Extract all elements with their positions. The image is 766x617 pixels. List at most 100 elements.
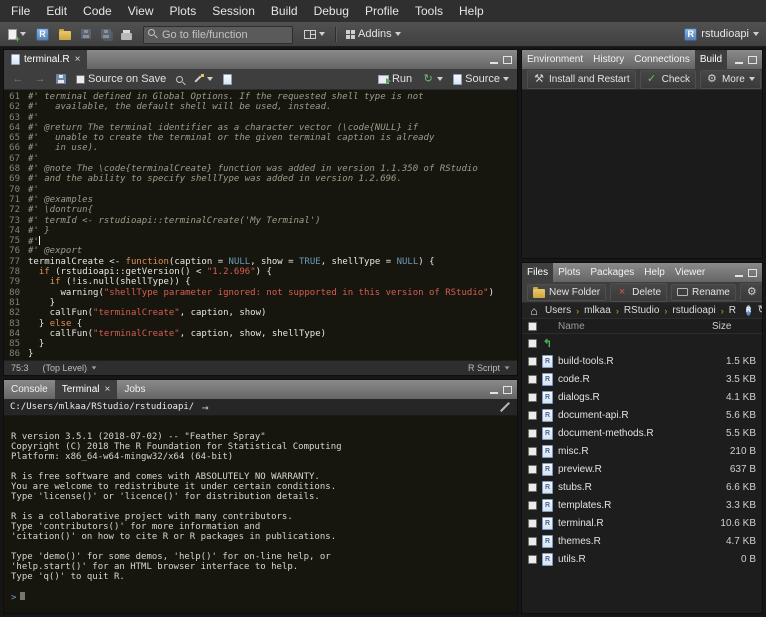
menu-edit[interactable]: Edit (38, 1, 75, 21)
file-row[interactable]: Rdocument-api.R5.6 KB (522, 406, 762, 424)
breadcrumb-r[interactable]: R (729, 305, 736, 316)
save-file-button[interactable] (53, 72, 69, 86)
files-tab-files[interactable]: Files (522, 263, 553, 282)
file-row[interactable]: Rmisc.R210 B (522, 442, 762, 460)
menu-build[interactable]: Build (263, 1, 306, 21)
rerun-button[interactable]: ↻ (419, 71, 446, 88)
build-more-button[interactable]: ⚙ More (700, 70, 761, 89)
file-checkbox[interactable] (528, 555, 537, 564)
menu-debug[interactable]: Debug (306, 1, 357, 21)
project-menu-button[interactable]: R rstudioapi (684, 28, 761, 41)
file-row[interactable]: Rpreview.R637 B (522, 460, 762, 478)
select-all-checkbox[interactable] (528, 322, 537, 331)
breadcrumb-mlkaa[interactable]: mlkaa (584, 305, 611, 316)
file-row[interactable]: Rdocument-methods.R5.5 KB (522, 424, 762, 442)
file-type-selector[interactable]: R Script (468, 363, 510, 373)
file-checkbox[interactable] (528, 465, 537, 474)
file-name[interactable]: templates.R (558, 500, 707, 511)
breadcrumb-users[interactable]: Users (545, 305, 571, 316)
files-tab-packages[interactable]: Packages (585, 263, 639, 282)
environment-tab-build[interactable]: Build (695, 50, 727, 69)
file-checkbox[interactable] (528, 519, 537, 528)
compile-report-button[interactable] (220, 72, 235, 87)
menu-session[interactable]: Session (204, 1, 263, 21)
file-checkbox[interactable] (528, 483, 537, 492)
new-folder-button[interactable]: New Folder (527, 284, 606, 301)
code-editor[interactable]: 61#' terminal defined in Global Options.… (4, 90, 517, 360)
goto-directory-icon[interactable]: → (199, 401, 211, 414)
minimize-pane-icon[interactable] (490, 62, 498, 64)
r-project-icon[interactable]: R (746, 305, 751, 316)
minimize-pane-icon[interactable] (735, 275, 743, 277)
file-row[interactable]: Rterminal.R10.6 KB (522, 514, 762, 532)
environment-tab-environment[interactable]: Environment (522, 50, 588, 69)
files-tab-viewer[interactable]: Viewer (670, 263, 710, 282)
run-button[interactable]: Run (375, 71, 415, 87)
file-checkbox[interactable] (528, 357, 537, 366)
new-file-button[interactable] (5, 27, 29, 42)
install-restart-button[interactable]: ⚒ Install and Restart (527, 70, 636, 89)
file-checkbox[interactable] (528, 447, 537, 456)
minimize-pane-icon[interactable] (735, 62, 743, 64)
file-row-parent-directory[interactable]: ↰ (522, 334, 762, 352)
pane-layout-button[interactable] (301, 28, 328, 41)
menu-code[interactable]: Code (75, 1, 120, 21)
file-checkbox[interactable] (528, 429, 537, 438)
save-button[interactable] (78, 27, 94, 41)
delete-button[interactable]: × Delete (610, 283, 667, 302)
file-row[interactable]: Rdialogs.R4.1 KB (522, 388, 762, 406)
check-button[interactable]: ✓ Check (640, 70, 696, 89)
file-name[interactable]: code.R (558, 374, 707, 385)
file-row[interactable]: Rutils.R0 B (522, 550, 762, 568)
maximize-pane-icon[interactable] (503, 56, 512, 64)
column-size[interactable]: Size (712, 321, 756, 332)
breadcrumb-rstudio[interactable]: RStudio (624, 305, 660, 316)
console-prompt[interactable]: > (11, 592, 510, 602)
clear-console-icon[interactable] (500, 402, 510, 412)
file-checkbox[interactable] (528, 411, 537, 420)
console-tab-terminal[interactable]: Terminal× (55, 380, 118, 399)
tab-terminal-r[interactable]: terminal.R × (4, 50, 87, 69)
files-tab-plots[interactable]: Plots (553, 263, 585, 282)
save-all-button[interactable] (98, 27, 114, 41)
menu-tools[interactable]: Tools (407, 1, 451, 21)
file-row[interactable]: Rcode.R3.5 KB (522, 370, 762, 388)
new-project-button[interactable]: R (33, 26, 52, 43)
code-tools-button[interactable] (190, 72, 216, 86)
menu-view[interactable]: View (120, 1, 162, 21)
file-name[interactable]: stubs.R (558, 482, 707, 493)
file-name[interactable]: document-api.R (558, 410, 707, 421)
minimize-pane-icon[interactable] (490, 392, 498, 394)
file-name[interactable]: preview.R (558, 464, 707, 475)
source-button[interactable]: Source (450, 71, 512, 87)
goto-file-input[interactable] (143, 26, 293, 44)
menu-help[interactable]: Help (451, 1, 492, 21)
breadcrumb-rstudioapi[interactable]: rstudioapi (672, 305, 715, 316)
rename-button[interactable]: Rename (671, 284, 736, 301)
files-more-button[interactable]: ⚙ More (740, 283, 763, 302)
close-tab-icon[interactable]: × (75, 54, 81, 65)
file-checkbox[interactable] (528, 339, 537, 348)
menu-profile[interactable]: Profile (357, 1, 407, 21)
file-row[interactable]: Rtemplates.R3.3 KB (522, 496, 762, 514)
file-checkbox[interactable] (528, 537, 537, 546)
file-name[interactable]: build-tools.R (558, 356, 707, 367)
home-icon[interactable]: ⌂ (528, 304, 540, 317)
maximize-pane-icon[interactable] (748, 269, 757, 277)
file-row[interactable]: Rstubs.R6.6 KB (522, 478, 762, 496)
source-on-save-checkbox[interactable]: Source on Save (73, 71, 169, 87)
refresh-icon[interactable]: ↻ (756, 304, 763, 317)
menu-plots[interactable]: Plots (162, 1, 205, 21)
console-tab-jobs[interactable]: Jobs (117, 380, 152, 399)
open-file-button[interactable] (56, 27, 74, 42)
file-name[interactable]: terminal.R (558, 518, 707, 529)
forward-button[interactable]: → (31, 71, 49, 88)
files-tab-help[interactable]: Help (639, 263, 670, 282)
environment-tab-history[interactable]: History (588, 50, 629, 69)
find-replace-button[interactable] (173, 74, 186, 85)
scope-selector[interactable]: (Top Level) (43, 363, 98, 373)
file-row[interactable]: Rthemes.R4.7 KB (522, 532, 762, 550)
file-name[interactable]: utils.R (558, 554, 707, 565)
print-button[interactable] (118, 27, 135, 42)
file-name[interactable]: themes.R (558, 536, 707, 547)
